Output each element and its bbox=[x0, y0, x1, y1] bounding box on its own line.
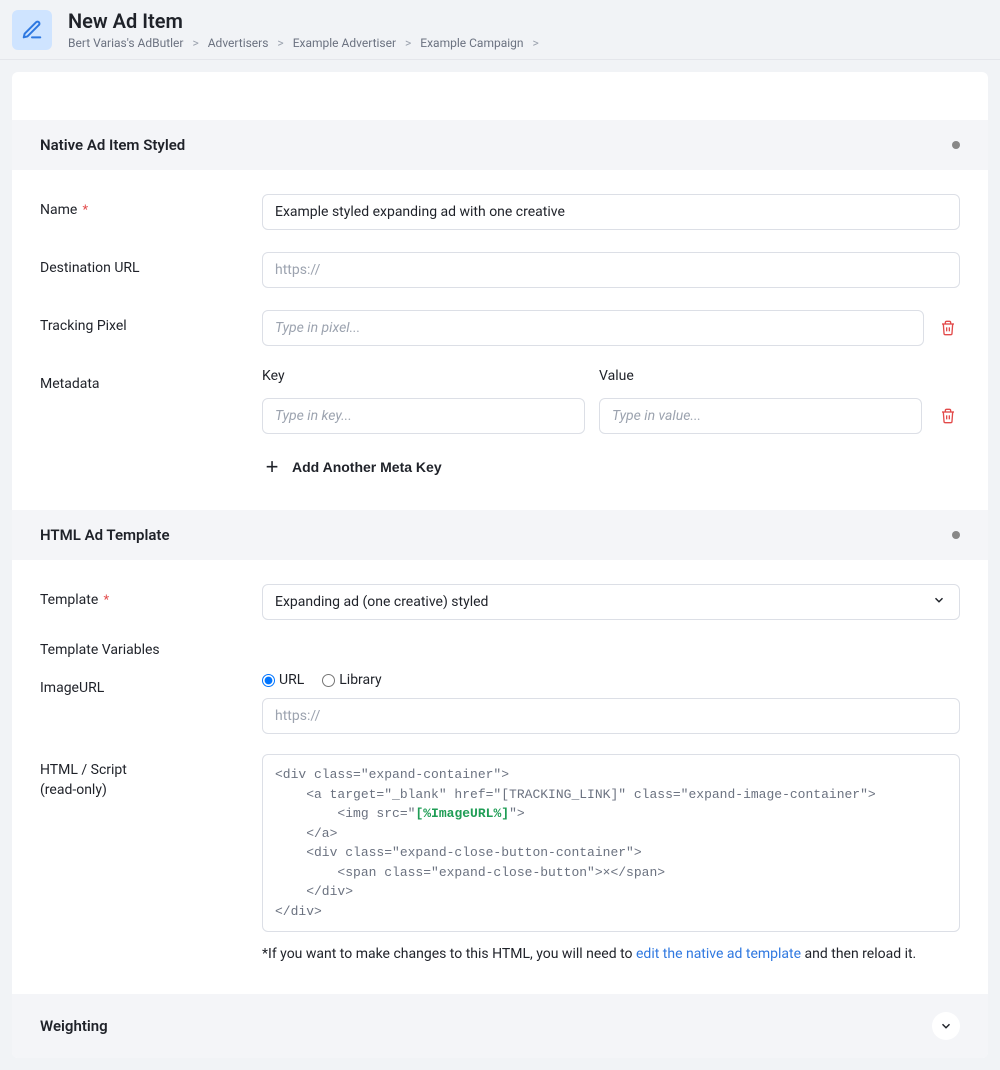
add-meta-key-button[interactable]: + Add Another Meta Key bbox=[262, 456, 960, 478]
imageurl-input[interactable] bbox=[262, 698, 960, 734]
expand-toggle-button[interactable] bbox=[932, 1012, 960, 1040]
radio-label-library[interactable]: Library bbox=[339, 672, 381, 688]
label-metadata: Metadata bbox=[40, 368, 262, 392]
breadcrumb-item[interactable]: Bert Varias's AdButler bbox=[68, 36, 183, 50]
page-title: New Ad Item bbox=[68, 10, 545, 32]
section-title: Weighting bbox=[40, 1017, 108, 1035]
imageurl-radio-url[interactable] bbox=[262, 674, 275, 687]
section-body-html-template: Template * Template Variables ImageURL bbox=[12, 560, 988, 994]
section-header-native: Native Ad Item Styled bbox=[12, 120, 988, 170]
app-icon bbox=[12, 10, 52, 50]
label-imageurl: ImageURL bbox=[40, 672, 262, 696]
label-template: Template * bbox=[40, 584, 262, 608]
breadcrumb-item[interactable]: Example Campaign bbox=[420, 36, 523, 50]
row-destination-url: Destination URL bbox=[40, 252, 960, 288]
radio-label-url[interactable]: URL bbox=[279, 672, 304, 688]
row-metadata: Metadata Key Value bbox=[40, 368, 960, 478]
meta-key-input[interactable] bbox=[262, 398, 585, 434]
meta-value-input[interactable] bbox=[599, 398, 922, 434]
main-card: Native Ad Item Styled Name * Destination… bbox=[12, 72, 988, 1058]
breadcrumb-separator: > bbox=[405, 36, 411, 50]
blank-top-section bbox=[12, 72, 988, 120]
tracking-pixel-input[interactable] bbox=[262, 310, 924, 346]
chevron-down-icon bbox=[939, 1019, 953, 1033]
template-variables-heading: Template Variables bbox=[40, 642, 960, 658]
row-html-script: HTML / Script (read-only) <div class="ex… bbox=[40, 754, 960, 962]
breadcrumb: Bert Varias's AdButler > Advertisers > E… bbox=[68, 36, 545, 50]
breadcrumb-item[interactable]: Advertisers bbox=[208, 36, 269, 50]
section-header-html-template: HTML Ad Template bbox=[12, 510, 988, 560]
imageurl-radio-library[interactable] bbox=[322, 674, 335, 687]
trash-icon bbox=[940, 407, 956, 425]
label-meta-value: Value bbox=[599, 368, 922, 384]
section-title: Native Ad Item Styled bbox=[40, 136, 185, 154]
template-edit-note: *If you want to make changes to this HTM… bbox=[262, 946, 960, 962]
delete-pixel-button[interactable] bbox=[936, 315, 960, 341]
destination-url-input[interactable] bbox=[262, 252, 960, 288]
status-dot-icon bbox=[952, 531, 960, 539]
label-name: Name * bbox=[40, 194, 262, 218]
row-imageurl: ImageURL URL Library bbox=[40, 672, 960, 734]
section-title: HTML Ad Template bbox=[40, 526, 170, 544]
template-select[interactable] bbox=[262, 584, 960, 620]
name-input[interactable] bbox=[262, 194, 960, 230]
label-html-script: HTML / Script (read-only) bbox=[40, 754, 262, 798]
required-marker: * bbox=[79, 203, 88, 218]
breadcrumb-separator: > bbox=[192, 36, 198, 50]
section-header-weighting[interactable]: Weighting bbox=[12, 994, 988, 1058]
title-block: New Ad Item Bert Varias's AdButler > Adv… bbox=[68, 10, 545, 50]
delete-meta-button[interactable] bbox=[936, 403, 960, 429]
breadcrumb-item[interactable]: Example Advertiser bbox=[293, 36, 396, 50]
status-dot-icon bbox=[952, 141, 960, 149]
section-body-native: Name * Destination URL Tracking Pixel bbox=[12, 170, 988, 510]
required-marker: * bbox=[100, 593, 109, 608]
label-meta-key: Key bbox=[262, 368, 585, 384]
plus-icon: + bbox=[262, 456, 282, 478]
edit-template-link[interactable]: edit the native ad template bbox=[636, 946, 801, 962]
trash-icon bbox=[940, 319, 956, 337]
label-tracking-pixel: Tracking Pixel bbox=[40, 310, 262, 334]
row-template: Template * bbox=[40, 584, 960, 620]
label-destination-url: Destination URL bbox=[40, 252, 262, 276]
html-script-readonly: <div class="expand-container"> <a target… bbox=[262, 754, 960, 932]
breadcrumb-separator: > bbox=[277, 36, 283, 50]
breadcrumb-separator: > bbox=[533, 36, 539, 50]
row-tracking-pixel: Tracking Pixel bbox=[40, 310, 960, 346]
row-name: Name * bbox=[40, 194, 960, 230]
page-header: New Ad Item Bert Varias's AdButler > Adv… bbox=[0, 0, 1000, 60]
